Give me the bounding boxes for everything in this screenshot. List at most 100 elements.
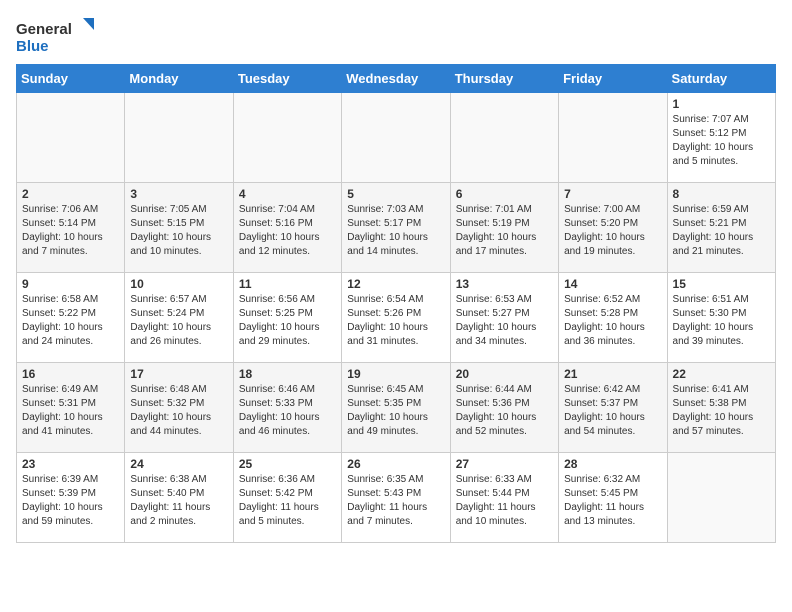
day-number: 21 [564,367,661,381]
day-info: Sunrise: 6:36 AM Sunset: 5:42 PM Dayligh… [239,473,336,529]
day-number: 4 [239,187,336,201]
calendar-cell: 9 Sunrise: 6:58 AM Sunset: 5:22 PM Daylig… [17,273,125,363]
day-number: 6 [456,187,553,201]
day-info: Sunrise: 6:54 AM Sunset: 5:26 PM Dayligh… [347,293,444,349]
day-info: Sunrise: 6:38 AM Sunset: 5:40 PM Dayligh… [130,473,227,529]
day-number: 15 [673,277,770,291]
calendar-cell: 20 Sunrise: 6:44 AM Sunset: 5:36 PM Dayli… [450,363,558,453]
day-info: Sunrise: 6:57 AM Sunset: 5:24 PM Dayligh… [130,293,227,349]
day-number: 20 [456,367,553,381]
column-header-wednesday: Wednesday [342,65,450,93]
calendar-cell: 23 Sunrise: 6:39 AM Sunset: 5:39 PM Dayli… [17,453,125,543]
calendar-table: SundayMondayTuesdayWednesdayThursdayFrid… [16,64,776,543]
calendar-cell [667,453,775,543]
column-header-monday: Monday [125,65,233,93]
day-info: Sunrise: 6:56 AM Sunset: 5:25 PM Dayligh… [239,293,336,349]
calendar-cell: 25 Sunrise: 6:36 AM Sunset: 5:42 PM Dayli… [233,453,341,543]
day-number: 26 [347,457,444,471]
day-info: Sunrise: 6:53 AM Sunset: 5:27 PM Dayligh… [456,293,553,349]
day-info: Sunrise: 6:48 AM Sunset: 5:32 PM Dayligh… [130,383,227,439]
calendar-cell: 16 Sunrise: 6:49 AM Sunset: 5:31 PM Dayli… [17,363,125,453]
column-header-tuesday: Tuesday [233,65,341,93]
day-number: 12 [347,277,444,291]
day-number: 9 [22,277,119,291]
day-info: Sunrise: 6:59 AM Sunset: 5:21 PM Dayligh… [673,203,770,259]
calendar-header-row: SundayMondayTuesdayWednesdayThursdayFrid… [17,65,776,93]
day-info: Sunrise: 6:46 AM Sunset: 5:33 PM Dayligh… [239,383,336,439]
calendar-cell [450,93,558,183]
calendar-cell: 15Sunrise: 6:51 AM Sunset: 5:30 PM Dayli… [667,273,775,363]
calendar-cell: 7Sunrise: 7:00 AM Sunset: 5:20 PM Daylig… [559,183,667,273]
calendar-week-row: 1 Sunrise: 7:07 AM Sunset: 5:12 PM Daylig… [17,93,776,183]
column-header-friday: Friday [559,65,667,93]
calendar-week-row: 16 Sunrise: 6:49 AM Sunset: 5:31 PM Dayli… [17,363,776,453]
calendar-cell: 2 Sunrise: 7:06 AM Sunset: 5:14 PM Daylig… [17,183,125,273]
day-number: 13 [456,277,553,291]
day-info: Sunrise: 6:33 AM Sunset: 5:44 PM Dayligh… [456,473,553,529]
calendar-cell: 8 Sunrise: 6:59 AM Sunset: 5:21 PM Daylig… [667,183,775,273]
calendar-cell: 22 Sunrise: 6:41 AM Sunset: 5:38 PM Dayli… [667,363,775,453]
day-number: 2 [22,187,119,201]
day-number: 28 [564,457,661,471]
day-info: Sunrise: 6:44 AM Sunset: 5:36 PM Dayligh… [456,383,553,439]
calendar-cell: 1 Sunrise: 7:07 AM Sunset: 5:12 PM Daylig… [667,93,775,183]
column-header-saturday: Saturday [667,65,775,93]
day-info: Sunrise: 6:58 AM Sunset: 5:22 PM Dayligh… [22,293,119,349]
svg-text:General: General [16,21,72,38]
day-number: 17 [130,367,227,381]
day-info: Sunrise: 6:32 AM Sunset: 5:45 PM Dayligh… [564,473,661,529]
calendar-cell [559,93,667,183]
logo: General Blue [16,16,96,56]
day-number: 16 [22,367,119,381]
calendar-cell: 17 Sunrise: 6:48 AM Sunset: 5:32 PM Dayli… [125,363,233,453]
day-number: 5 [347,187,444,201]
day-number: 11 [239,277,336,291]
day-number: 25 [239,457,336,471]
calendar-cell: 11 Sunrise: 6:56 AM Sunset: 5:25 PM Dayli… [233,273,341,363]
calendar-cell: 14 Sunrise: 6:52 AM Sunset: 5:28 PM Dayli… [559,273,667,363]
day-info: Sunrise: 7:01 AM Sunset: 5:19 PM Dayligh… [456,203,553,259]
day-info: Sunrise: 7:03 AM Sunset: 5:17 PM Dayligh… [347,203,444,259]
day-number: 7 [564,187,661,201]
day-info: Sunrise: 6:52 AM Sunset: 5:28 PM Dayligh… [564,293,661,349]
day-info: Sunrise: 7:07 AM Sunset: 5:12 PM Dayligh… [673,113,770,169]
column-header-sunday: Sunday [17,65,125,93]
calendar-cell [125,93,233,183]
calendar-cell [342,93,450,183]
calendar-cell [233,93,341,183]
day-number: 18 [239,367,336,381]
day-info: Sunrise: 6:49 AM Sunset: 5:31 PM Dayligh… [22,383,119,439]
calendar-cell: 3Sunrise: 7:05 AM Sunset: 5:15 PM Daylig… [125,183,233,273]
day-info: Sunrise: 7:05 AM Sunset: 5:15 PM Dayligh… [130,203,227,259]
calendar-week-row: 23 Sunrise: 6:39 AM Sunset: 5:39 PM Dayli… [17,453,776,543]
day-info: Sunrise: 7:06 AM Sunset: 5:14 PM Dayligh… [22,203,119,259]
day-number: 19 [347,367,444,381]
day-number: 24 [130,457,227,471]
day-info: Sunrise: 6:35 AM Sunset: 5:43 PM Dayligh… [347,473,444,529]
day-info: Sunrise: 7:04 AM Sunset: 5:16 PM Dayligh… [239,203,336,259]
calendar-cell: 24 Sunrise: 6:38 AM Sunset: 5:40 PM Dayli… [125,453,233,543]
calendar-cell: 13 Sunrise: 6:53 AM Sunset: 5:27 PM Dayli… [450,273,558,363]
day-number: 27 [456,457,553,471]
calendar-cell: 28 Sunrise: 6:32 AM Sunset: 5:45 PM Dayli… [559,453,667,543]
day-number: 8 [673,187,770,201]
calendar-cell: 19 Sunrise: 6:45 AM Sunset: 5:35 PM Dayli… [342,363,450,453]
day-info: Sunrise: 6:41 AM Sunset: 5:38 PM Dayligh… [673,383,770,439]
calendar-cell [17,93,125,183]
day-number: 1 [673,97,770,111]
calendar-cell: 21Sunrise: 6:42 AM Sunset: 5:37 PM Dayli… [559,363,667,453]
day-info: Sunrise: 6:39 AM Sunset: 5:39 PM Dayligh… [22,473,119,529]
day-info: Sunrise: 6:45 AM Sunset: 5:35 PM Dayligh… [347,383,444,439]
calendar-cell: 10 Sunrise: 6:57 AM Sunset: 5:24 PM Dayli… [125,273,233,363]
calendar-week-row: 2 Sunrise: 7:06 AM Sunset: 5:14 PM Daylig… [17,183,776,273]
day-number: 14 [564,277,661,291]
day-number: 23 [22,457,119,471]
day-number: 10 [130,277,227,291]
calendar-cell: 26 Sunrise: 6:35 AM Sunset: 5:43 PM Dayli… [342,453,450,543]
day-number: 22 [673,367,770,381]
calendar-week-row: 9 Sunrise: 6:58 AM Sunset: 5:22 PM Daylig… [17,273,776,363]
calendar-cell: 18 Sunrise: 6:46 AM Sunset: 5:33 PM Dayli… [233,363,341,453]
logo-svg: General Blue [16,16,96,56]
calendar-cell: 5 Sunrise: 7:03 AM Sunset: 5:17 PM Daylig… [342,183,450,273]
calendar-cell: 12 Sunrise: 6:54 AM Sunset: 5:26 PM Dayli… [342,273,450,363]
